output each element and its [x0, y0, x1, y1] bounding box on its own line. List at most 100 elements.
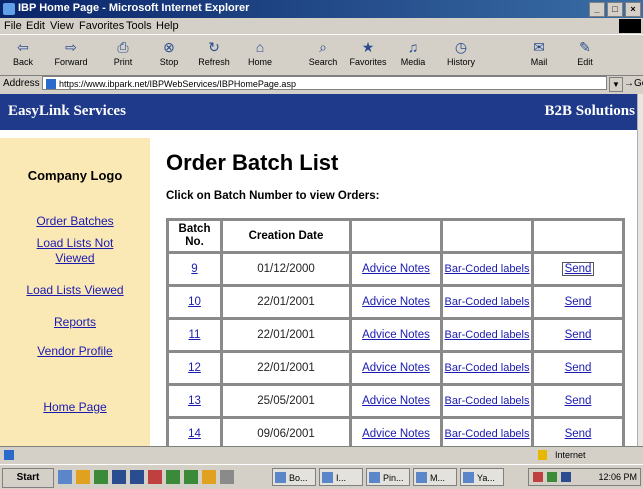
quick-launch-icon[interactable]	[184, 470, 198, 484]
taskbar: Start Bo... I... Pin... M... Ya... 12:06…	[0, 464, 643, 489]
address-input[interactable]: https://www.ibpark.net/IBPWebServices/IB…	[42, 76, 607, 90]
batch-number-link[interactable]: 14	[188, 428, 201, 440]
stop-icon: ⊗	[163, 39, 175, 55]
address-url: https://www.ibpark.net/IBPWebServices/IB…	[59, 79, 296, 89]
table-row: 10 22/01/2001 Advice Notes Bar-Coded lab…	[169, 287, 622, 317]
header-blank-1	[352, 221, 440, 251]
refresh-button[interactable]: ↻ Refresh	[193, 39, 235, 67]
batch-number-link[interactable]: 11	[189, 329, 201, 341]
menu-help[interactable]: Help	[156, 20, 179, 32]
window-title: IBP Home Page - Microsoft Internet Explo…	[18, 2, 250, 14]
mail-button[interactable]: ✉ Mail	[518, 39, 560, 67]
menu-favorites[interactable]: Favorites	[79, 20, 124, 32]
menu-tools[interactable]: Tools	[126, 20, 152, 32]
quick-launch-icon[interactable]	[130, 470, 144, 484]
maximize-button[interactable]: □	[607, 2, 623, 17]
bar-coded-labels-link[interactable]: Bar-Coded labels	[445, 263, 530, 275]
history-icon: ◷	[454, 39, 468, 55]
favorites-button[interactable]: ★ Favorites	[347, 39, 389, 67]
taskbar-task[interactable]: I...	[319, 468, 363, 486]
site-banner: EasyLink Services B2B Solutions	[0, 94, 637, 130]
send-link[interactable]: Send	[565, 329, 592, 341]
sidebar-link-vendor-profile[interactable]: Vendor Profile	[0, 344, 150, 359]
instruction-text: Click on Batch Number to view Orders:	[166, 190, 380, 202]
taskbar-task[interactable]: Bo...	[272, 468, 316, 486]
send-link[interactable]: Send	[565, 296, 592, 308]
quick-launch-icon[interactable]	[148, 470, 162, 484]
address-bar: Address https://www.ibpark.net/IBPWebSer…	[0, 74, 643, 94]
history-button[interactable]: ◷ History	[440, 39, 482, 67]
address-dropdown-button[interactable]: ▼	[609, 77, 623, 92]
quick-launch-icon[interactable]	[220, 470, 234, 484]
menu-bar: File Edit View Favorites Tools Help	[0, 18, 643, 34]
quick-launch-icon[interactable]	[202, 470, 216, 484]
edit-icon: ✎	[579, 39, 591, 55]
tray-icon[interactable]	[561, 472, 571, 482]
home-button[interactable]: ⌂ Home	[239, 39, 281, 67]
tray-icon[interactable]	[533, 472, 543, 482]
start-button[interactable]: Start	[2, 468, 54, 488]
table-row: 14 09/06/2001 Advice Notes Bar-Coded lab…	[169, 419, 622, 446]
batch-number-link[interactable]: 13	[188, 395, 201, 407]
window-title-bar[interactable]: IBP Home Page - Microsoft Internet Explo…	[0, 0, 643, 18]
sidebar-link-load-lists-not-viewed[interactable]: Load Lists Not Viewed	[25, 236, 125, 266]
batch-number-link[interactable]: 10	[188, 296, 201, 308]
forward-arrow-icon: ⇨	[65, 39, 77, 55]
stop-button[interactable]: ⊗ Stop	[148, 39, 190, 67]
back-button[interactable]: ⇦ Back	[2, 39, 44, 67]
bar-coded-labels-link[interactable]: Bar-Coded labels	[445, 362, 530, 374]
status-bar: Internet	[0, 446, 643, 465]
advice-notes-link[interactable]: Advice Notes	[362, 362, 430, 374]
forward-button[interactable]: ⇨ Forward	[50, 39, 92, 67]
creation-date: 09/06/2001	[223, 419, 349, 446]
close-button[interactable]: ×	[625, 2, 641, 17]
menu-view[interactable]: View	[50, 20, 74, 32]
table-row: 11 22/01/2001 Advice Notes Bar-Coded lab…	[169, 320, 622, 350]
quick-launch-icon[interactable]	[58, 470, 72, 484]
menu-edit[interactable]: Edit	[26, 20, 45, 32]
bar-coded-labels-link[interactable]: Bar-Coded labels	[445, 329, 530, 341]
back-arrow-icon: ⇦	[17, 39, 29, 55]
sidebar-link-order-batches[interactable]: Order Batches	[0, 214, 150, 229]
sidebar-link-home-page[interactable]: Home Page	[0, 400, 150, 415]
advice-notes-link[interactable]: Advice Notes	[362, 329, 430, 341]
batch-number-link[interactable]: 9	[191, 263, 197, 275]
taskbar-task[interactable]: M...	[413, 468, 457, 486]
batch-number-link[interactable]: 12	[188, 362, 201, 374]
bar-coded-labels-link[interactable]: Bar-Coded labels	[445, 296, 530, 308]
minimize-button[interactable]: _	[589, 2, 605, 17]
windows-flag-icon	[619, 19, 641, 33]
sidebar-link-reports[interactable]: Reports	[0, 315, 150, 330]
quick-launch-icon[interactable]	[166, 470, 180, 484]
search-button[interactable]: ⌕ Search	[302, 39, 344, 67]
bar-coded-labels-link[interactable]: Bar-Coded labels	[445, 428, 530, 440]
company-logo: Company Logo	[27, 168, 123, 183]
sidebar-link-load-lists-viewed[interactable]: Load Lists Viewed	[0, 283, 150, 298]
table-row: 13 25/05/2001 Advice Notes Bar-Coded lab…	[169, 386, 622, 416]
send-link[interactable]: Send	[565, 362, 592, 374]
creation-date: 01/12/2000	[223, 254, 349, 284]
print-button[interactable]: ⎙ Print	[102, 39, 144, 67]
header-batch-no: Batch No.	[169, 221, 220, 251]
quick-launch-icon[interactable]	[112, 470, 126, 484]
go-button[interactable]: →Go	[624, 78, 643, 89]
menu-file[interactable]: File	[4, 20, 22, 32]
quick-launch-icon[interactable]	[94, 470, 108, 484]
taskbar-task[interactable]: Pin...	[366, 468, 410, 486]
advice-notes-link[interactable]: Advice Notes	[362, 263, 430, 275]
quick-launch-icon[interactable]	[76, 470, 90, 484]
send-link[interactable]: Send	[565, 395, 592, 407]
vertical-scrollbar[interactable]	[637, 94, 643, 446]
advice-notes-link[interactable]: Advice Notes	[362, 296, 430, 308]
advice-notes-link[interactable]: Advice Notes	[362, 428, 430, 440]
ie-logo-icon	[3, 3, 15, 15]
advice-notes-link[interactable]: Advice Notes	[362, 395, 430, 407]
media-button[interactable]: ♫ Media	[392, 39, 434, 67]
bar-coded-labels-link[interactable]: Bar-Coded labels	[445, 395, 530, 407]
tray-icon[interactable]	[547, 472, 557, 482]
taskbar-task[interactable]: Ya...	[460, 468, 504, 486]
edit-button[interactable]: ✎ Edit	[564, 39, 606, 67]
banner-left-title: EasyLink Services	[8, 103, 126, 119]
send-link[interactable]: Send	[561, 262, 595, 276]
send-link[interactable]: Send	[565, 428, 592, 440]
